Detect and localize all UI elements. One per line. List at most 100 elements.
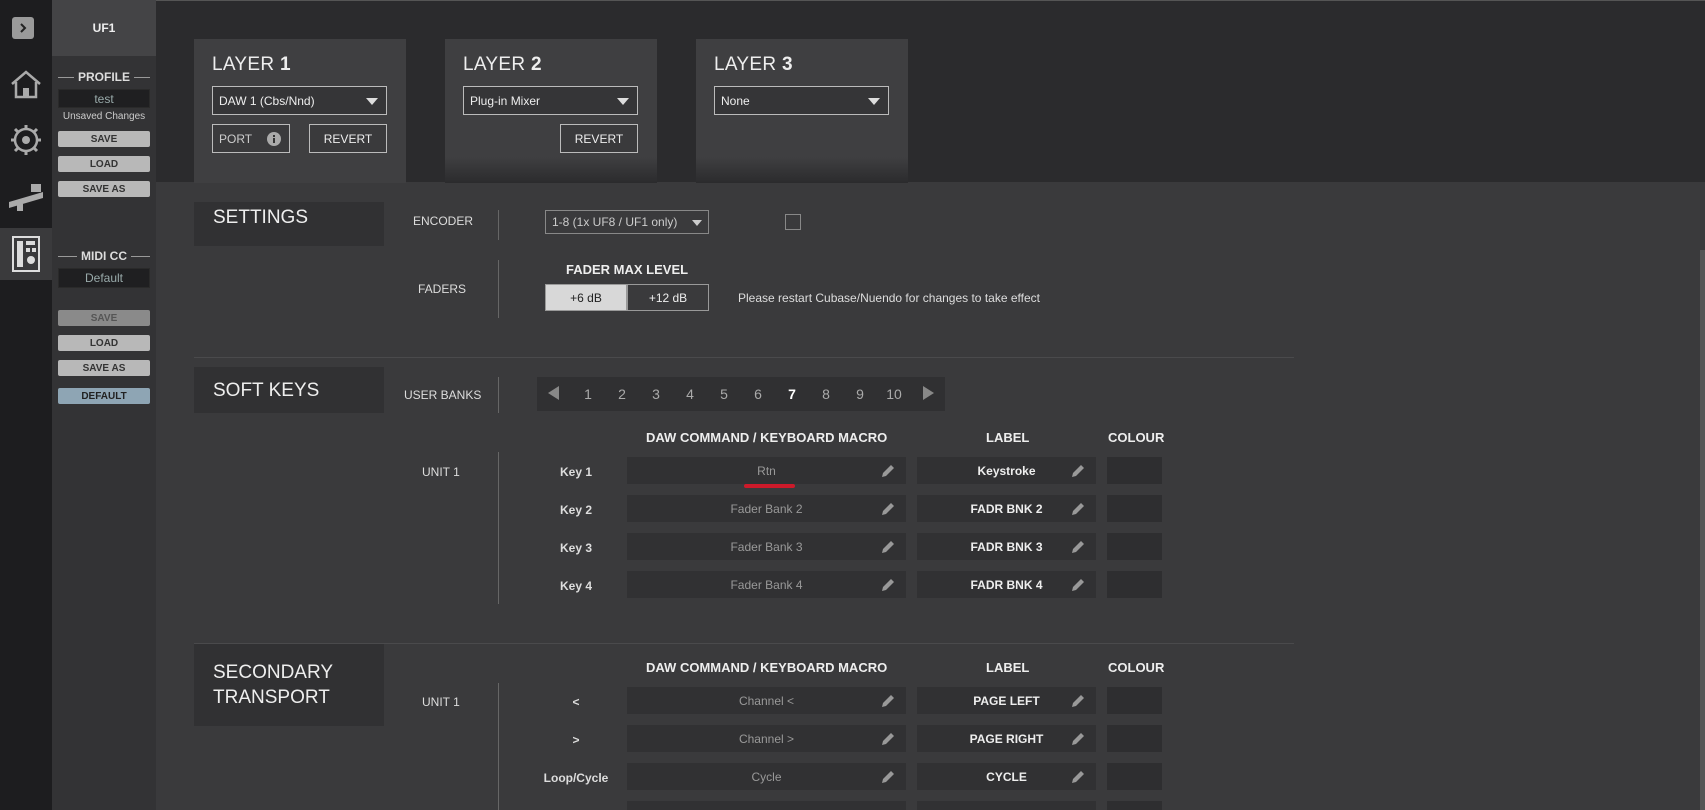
col-daw-command: DAW COMMAND / KEYBOARD MACRO xyxy=(646,660,888,675)
key-label-field[interactable]: FADR BNK 2 xyxy=(917,495,1096,522)
settings-button[interactable] xyxy=(0,116,52,164)
encoder-select[interactable]: 1-8 (1x UF8 / UF1 only) xyxy=(545,210,709,234)
key-colour-swatch[interactable] xyxy=(1107,495,1162,522)
secondary-transport-section-title: SECONDARY TRANSPORT xyxy=(194,644,384,726)
layer-3-select[interactable]: None xyxy=(714,86,889,115)
bank-1[interactable]: 1 xyxy=(571,386,605,402)
key-command-field[interactable]: Fader Bank 4 xyxy=(627,571,906,598)
encoder-label: ENCODER xyxy=(413,214,474,228)
profile-load-button[interactable]: LOAD xyxy=(58,156,150,172)
key-label-field[interactable]: FADR BNK 4 xyxy=(917,571,1096,598)
divider xyxy=(498,377,499,413)
pencil-icon[interactable] xyxy=(1070,539,1086,555)
key-colour-swatch[interactable] xyxy=(1107,571,1162,598)
key-name: < xyxy=(572,695,580,709)
fader-6db-option[interactable]: +6 dB xyxy=(545,284,627,311)
midi-save-button[interactable]: SAVE xyxy=(58,310,150,326)
profile-name: test xyxy=(58,89,150,108)
pencil-icon[interactable] xyxy=(880,769,896,785)
col-label: LABEL xyxy=(986,660,1030,675)
highlight-underline xyxy=(744,484,795,488)
fader-note: Please restart Cubase/Nuendo for changes… xyxy=(738,291,1040,305)
pencil-icon[interactable] xyxy=(1070,769,1086,785)
chevron-down-icon xyxy=(692,220,702,226)
pencil-icon[interactable] xyxy=(1070,463,1086,479)
key-command-field[interactable]: Cycle xyxy=(627,763,906,790)
key-colour-swatch[interactable] xyxy=(1107,763,1162,790)
pencil-icon[interactable] xyxy=(880,577,896,593)
divider xyxy=(498,452,499,604)
pencil-icon[interactable] xyxy=(1070,731,1086,747)
layer-2-title: LAYER 2 xyxy=(463,54,542,75)
key-label-field[interactable]: FADR BNK 3 xyxy=(917,533,1096,560)
key-colour-swatch[interactable] xyxy=(1107,457,1162,484)
bank-2[interactable]: 2 xyxy=(605,386,639,402)
key-label-field[interactable]: CYCLE xyxy=(917,763,1096,790)
pencil-icon[interactable] xyxy=(1070,693,1086,709)
layer-1-revert-button[interactable]: REVERT xyxy=(309,124,387,153)
bank-9[interactable]: 9 xyxy=(843,386,877,402)
chevron-right-icon xyxy=(20,23,27,33)
pencil-icon[interactable] xyxy=(880,501,896,517)
soft-keys-section-title: SOFT KEYS xyxy=(194,367,384,413)
divider xyxy=(498,683,499,810)
bank-next-button[interactable] xyxy=(911,385,945,403)
bank-6[interactable]: 6 xyxy=(741,386,775,402)
bank-8[interactable]: 8 xyxy=(809,386,843,402)
col-label: LABEL xyxy=(986,430,1030,445)
key-command-field[interactable]: Rtn xyxy=(627,457,906,484)
key-colour-swatch[interactable] xyxy=(1107,725,1162,752)
key-command-field[interactable]: Channel < xyxy=(627,687,906,714)
port-button[interactable]: PORT xyxy=(212,124,290,153)
key-label-field[interactable]: PAGE LEFT xyxy=(917,687,1096,714)
key-command-field[interactable]: Fader Bank 3 xyxy=(627,533,906,560)
icon-sidebar xyxy=(0,0,52,810)
key-label-field-partial xyxy=(917,801,1096,810)
layer-2-revert-button[interactable]: REVERT xyxy=(560,124,638,153)
panel-fade xyxy=(445,157,657,183)
key-colour-swatch[interactable] xyxy=(1107,533,1162,560)
divider xyxy=(498,260,499,318)
home-button[interactable] xyxy=(0,60,52,108)
midi-save-as-button[interactable]: SAVE AS xyxy=(58,360,150,376)
pencil-icon[interactable] xyxy=(880,539,896,555)
expand-panel-button[interactable] xyxy=(12,17,34,39)
key-label-field[interactable]: PAGE RIGHT xyxy=(917,725,1096,752)
midi-load-button[interactable]: LOAD xyxy=(58,335,150,351)
scrollbar-thumb[interactable] xyxy=(1700,250,1705,810)
midi-default-button[interactable]: DEFAULT xyxy=(58,388,150,404)
pencil-icon[interactable] xyxy=(1070,501,1086,517)
bank-10[interactable]: 10 xyxy=(877,386,911,402)
key-label-field[interactable]: Keystroke xyxy=(917,457,1096,484)
pencil-icon[interactable] xyxy=(1070,577,1086,593)
device-layout-button[interactable] xyxy=(0,172,52,220)
key-colour-swatch[interactable] xyxy=(1107,687,1162,714)
fader-12db-option[interactable]: +12 dB xyxy=(627,284,709,311)
col-colour: COLOUR xyxy=(1108,660,1165,675)
bank-4[interactable]: 4 xyxy=(673,386,707,402)
profile-save-button[interactable]: SAVE xyxy=(58,131,150,147)
pencil-icon[interactable] xyxy=(880,731,896,747)
uf1-device-icon xyxy=(12,236,40,272)
key-name: Key 2 xyxy=(559,503,593,517)
layer-1-select[interactable]: DAW 1 (Cbs/Nnd) xyxy=(212,86,387,115)
bank-prev-button[interactable] xyxy=(537,385,571,403)
key-command-field[interactable]: Channel > xyxy=(627,725,906,752)
bank-7[interactable]: 7 xyxy=(775,386,809,402)
key-command-field[interactable]: Fader Bank 2 xyxy=(627,495,906,522)
key-name: Key 4 xyxy=(559,579,593,593)
layer-2-select[interactable]: Plug-in Mixer xyxy=(463,86,638,115)
settings-section-title: SETTINGS xyxy=(194,202,384,246)
encoder-checkbox[interactable] xyxy=(785,214,801,230)
profile-save-as-button[interactable]: SAVE AS xyxy=(58,181,150,197)
pencil-icon[interactable] xyxy=(880,463,896,479)
midi-device-button[interactable] xyxy=(0,228,52,280)
user-banks-label: USER BANKS xyxy=(404,388,482,402)
bank-3[interactable]: 3 xyxy=(639,386,673,402)
col-daw-command: DAW COMMAND / KEYBOARD MACRO xyxy=(646,430,888,445)
bank-5[interactable]: 5 xyxy=(707,386,741,402)
control-surface-icon xyxy=(9,184,43,211)
pencil-icon[interactable] xyxy=(880,693,896,709)
layer-3-panel: LAYER 3 None xyxy=(696,39,908,183)
chevron-down-icon xyxy=(366,98,378,105)
